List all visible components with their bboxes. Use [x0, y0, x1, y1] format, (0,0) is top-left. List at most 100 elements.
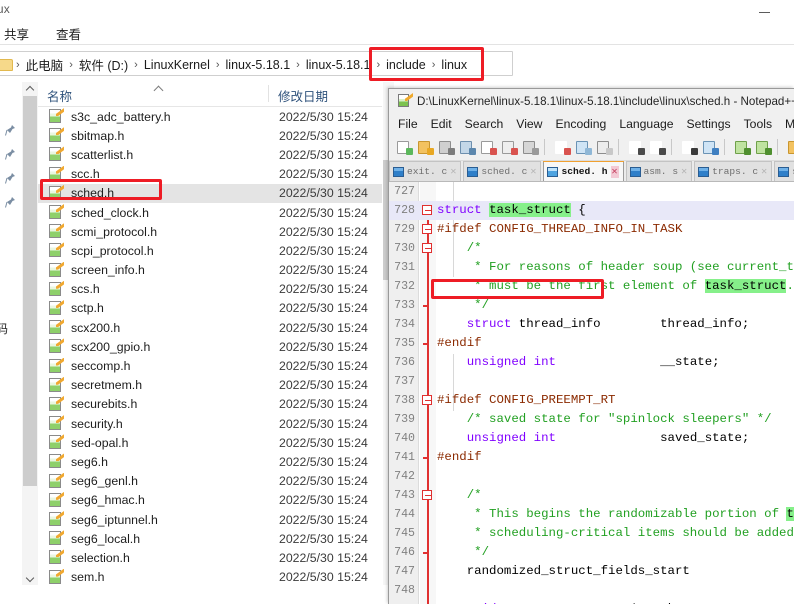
menu-edit[interactable]: Edit: [431, 117, 452, 131]
file-row[interactable]: scmi_protocol.h 2022/5/30 15:24: [38, 222, 382, 241]
find-icon[interactable]: [681, 139, 698, 156]
file-row[interactable]: sched_clock.h 2022/5/30 15:24: [38, 203, 382, 222]
close-all-icon[interactable]: [501, 139, 518, 156]
pin-icon[interactable]: [5, 172, 16, 184]
file-row[interactable]: sbitmap.h 2022/5/30 15:24: [38, 126, 382, 145]
close-icon[interactable]: ✕: [761, 166, 767, 178]
code-line: 745 * scheduling-critical items should b…: [389, 524, 794, 543]
document-tab[interactable]: exit. c ✕: [389, 161, 462, 181]
file-row[interactable]: scs.h 2022/5/30 15:24: [38, 280, 382, 299]
file-date: 2022/5/30 15:24: [279, 454, 368, 469]
menu-view[interactable]: View: [516, 117, 542, 131]
breadcrumb-include[interactable]: include: [381, 58, 431, 72]
fold-collapse-icon[interactable]: [422, 243, 432, 253]
ribbon-tab-view[interactable]: 查看: [56, 24, 81, 43]
file-row[interactable]: sctp.h 2022/5/30 15:24: [38, 299, 382, 318]
code-editor[interactable]: 727 728 struct task_struct {729 #ifdef CONF…: [389, 182, 794, 604]
code-line: 746 */: [389, 543, 794, 562]
replace-icon[interactable]: [702, 139, 719, 156]
file-row[interactable]: scatterlist.h 2022/5/30 15:24: [38, 145, 382, 164]
file-row[interactable]: scx200_gpio.h 2022/5/30 15:24: [38, 337, 382, 356]
minimize-button[interactable]: [759, 6, 772, 17]
file-row[interactable]: seg6_hmac.h 2022/5/30 15:24: [38, 491, 382, 510]
document-tab[interactable]: asm. s ✕: [625, 161, 693, 181]
undo-icon[interactable]: [628, 139, 645, 156]
code-text: * must be the first element of task_stru…: [437, 277, 794, 296]
print-icon[interactable]: [522, 139, 539, 156]
fold-collapse-icon[interactable]: [422, 224, 432, 234]
file-row[interactable]: sched.h 2022/5/30 15:24: [38, 183, 382, 203]
document-tab[interactable]: sched. c ✕: [463, 161, 542, 181]
zoom-in-icon[interactable]: [734, 139, 751, 156]
menu-search[interactable]: Search: [465, 117, 504, 131]
copy-icon[interactable]: [575, 139, 592, 156]
nav-scroll-thumb[interactable]: [23, 96, 37, 486]
close-icon[interactable]: ✕: [450, 166, 456, 178]
file-row[interactable]: sed-opal.h 2022/5/30 15:24: [38, 433, 382, 452]
nav-scroll-up-icon[interactable]: [23, 83, 37, 96]
menu-encoding[interactable]: Encoding: [555, 117, 606, 131]
file-row[interactable]: seg6_local.h 2022/5/30 15:24: [38, 529, 382, 548]
fold-collapse-icon[interactable]: [422, 395, 432, 405]
close-icon[interactable]: ✕: [610, 165, 619, 178]
file-row[interactable]: security.h 2022/5/30 15:24: [38, 414, 382, 433]
file-row[interactable]: selection.h 2022/5/30 15:24: [38, 548, 382, 567]
file-row[interactable]: seg6_genl.h 2022/5/30 15:24: [38, 472, 382, 491]
menu-file[interactable]: File: [398, 117, 418, 131]
breadcrumb-linux-5181-a[interactable]: linux-5.18.1: [221, 58, 296, 72]
open-file-icon[interactable]: [417, 139, 434, 156]
file-row[interactable]: seg6_iptunnel.h 2022/5/30 15:24: [38, 510, 382, 529]
breadcrumb-this-pc[interactable]: 此电脑: [21, 55, 69, 74]
column-header-date[interactable]: 修改日期: [278, 86, 328, 105]
file-row[interactable]: scx200.h 2022/5/30 15:24: [38, 318, 382, 337]
fold-collapse-icon[interactable]: [422, 490, 432, 500]
file-row[interactable]: securebits.h 2022/5/30 15:24: [38, 395, 382, 414]
breadcrumb-drive-d[interactable]: 软件 (D:): [74, 55, 133, 74]
nav-scroll-down-icon[interactable]: [23, 571, 37, 584]
new-file-icon[interactable]: [396, 139, 413, 156]
file-row[interactable]: s3c_adc_battery.h 2022/5/30 15:24: [38, 107, 382, 126]
file-date: 2022/5/30 15:24: [279, 339, 368, 354]
breadcrumb-linuxkernel[interactable]: LinuxKernel: [139, 58, 215, 72]
breadcrumb-linux[interactable]: linux: [436, 58, 472, 72]
pin-icon[interactable]: [5, 148, 16, 160]
notepadpp-document-tabs[interactable]: exit. c ✕ sched. c ✕ sched. h ✕ asm. s ✕ traps. …: [389, 161, 794, 182]
code-text: unsigned int __state;: [437, 353, 720, 372]
file-row[interactable]: sem.h 2022/5/30 15:24: [38, 568, 382, 586]
menu-language[interactable]: Language: [619, 117, 673, 131]
file-row[interactable]: scc.h 2022/5/30 15:24: [38, 165, 382, 184]
close-icon[interactable]: ✕: [530, 166, 536, 178]
document-tab[interactable]: sys. h✕: [774, 161, 794, 181]
file-list[interactable]: s3c_adc_battery.h 2022/5/30 15:24 sbitmap.…: [38, 107, 382, 585]
pin-icon[interactable]: [5, 124, 16, 136]
column-header-name[interactable]: 名称: [47, 86, 72, 105]
sync-vertical-icon[interactable]: [787, 139, 794, 156]
address-bar[interactable]: › 此电脑 › 软件 (D:) › LinuxKernel › linux-5.…: [0, 51, 513, 76]
header-file-icon: [48, 242, 64, 258]
menu-tools[interactable]: Tools: [744, 117, 772, 131]
file-row[interactable]: seg6.h 2022/5/30 15:24: [38, 452, 382, 471]
save-all-icon[interactable]: [459, 139, 476, 156]
file-row[interactable]: seccomp.h 2022/5/30 15:24: [38, 356, 382, 375]
file-row[interactable]: secretmem.h 2022/5/30 15:24: [38, 376, 382, 395]
file-row[interactable]: scpi_protocol.h 2022/5/30 15:24: [38, 241, 382, 260]
ribbon-tab-share[interactable]: 共享: [4, 24, 29, 43]
code-token: thread_info thread_info;: [511, 317, 750, 331]
zoom-out-icon[interactable]: [755, 139, 772, 156]
document-tab[interactable]: traps. c ✕: [694, 161, 773, 181]
cut-icon[interactable]: [554, 139, 571, 156]
document-tab[interactable]: sched. h ✕: [543, 161, 624, 181]
close-file-icon[interactable]: [480, 139, 497, 156]
menu-macro[interactable]: Macro: [785, 117, 794, 131]
save-icon[interactable]: [438, 139, 455, 156]
redo-icon[interactable]: [649, 139, 666, 156]
code-line: 738 #ifdef CONFIG_PREEMPT_RT: [389, 391, 794, 410]
breadcrumb-linux-5181-b[interactable]: linux-5.18.1: [301, 58, 376, 72]
fold-collapse-icon[interactable]: [422, 205, 432, 215]
pin-icon[interactable]: [5, 196, 16, 208]
column-divider[interactable]: [268, 85, 269, 102]
paste-icon[interactable]: [596, 139, 613, 156]
menu-settings[interactable]: Settings: [687, 117, 731, 131]
close-icon[interactable]: ✕: [681, 166, 687, 178]
file-row[interactable]: screen_info.h 2022/5/30 15:24: [38, 261, 382, 280]
